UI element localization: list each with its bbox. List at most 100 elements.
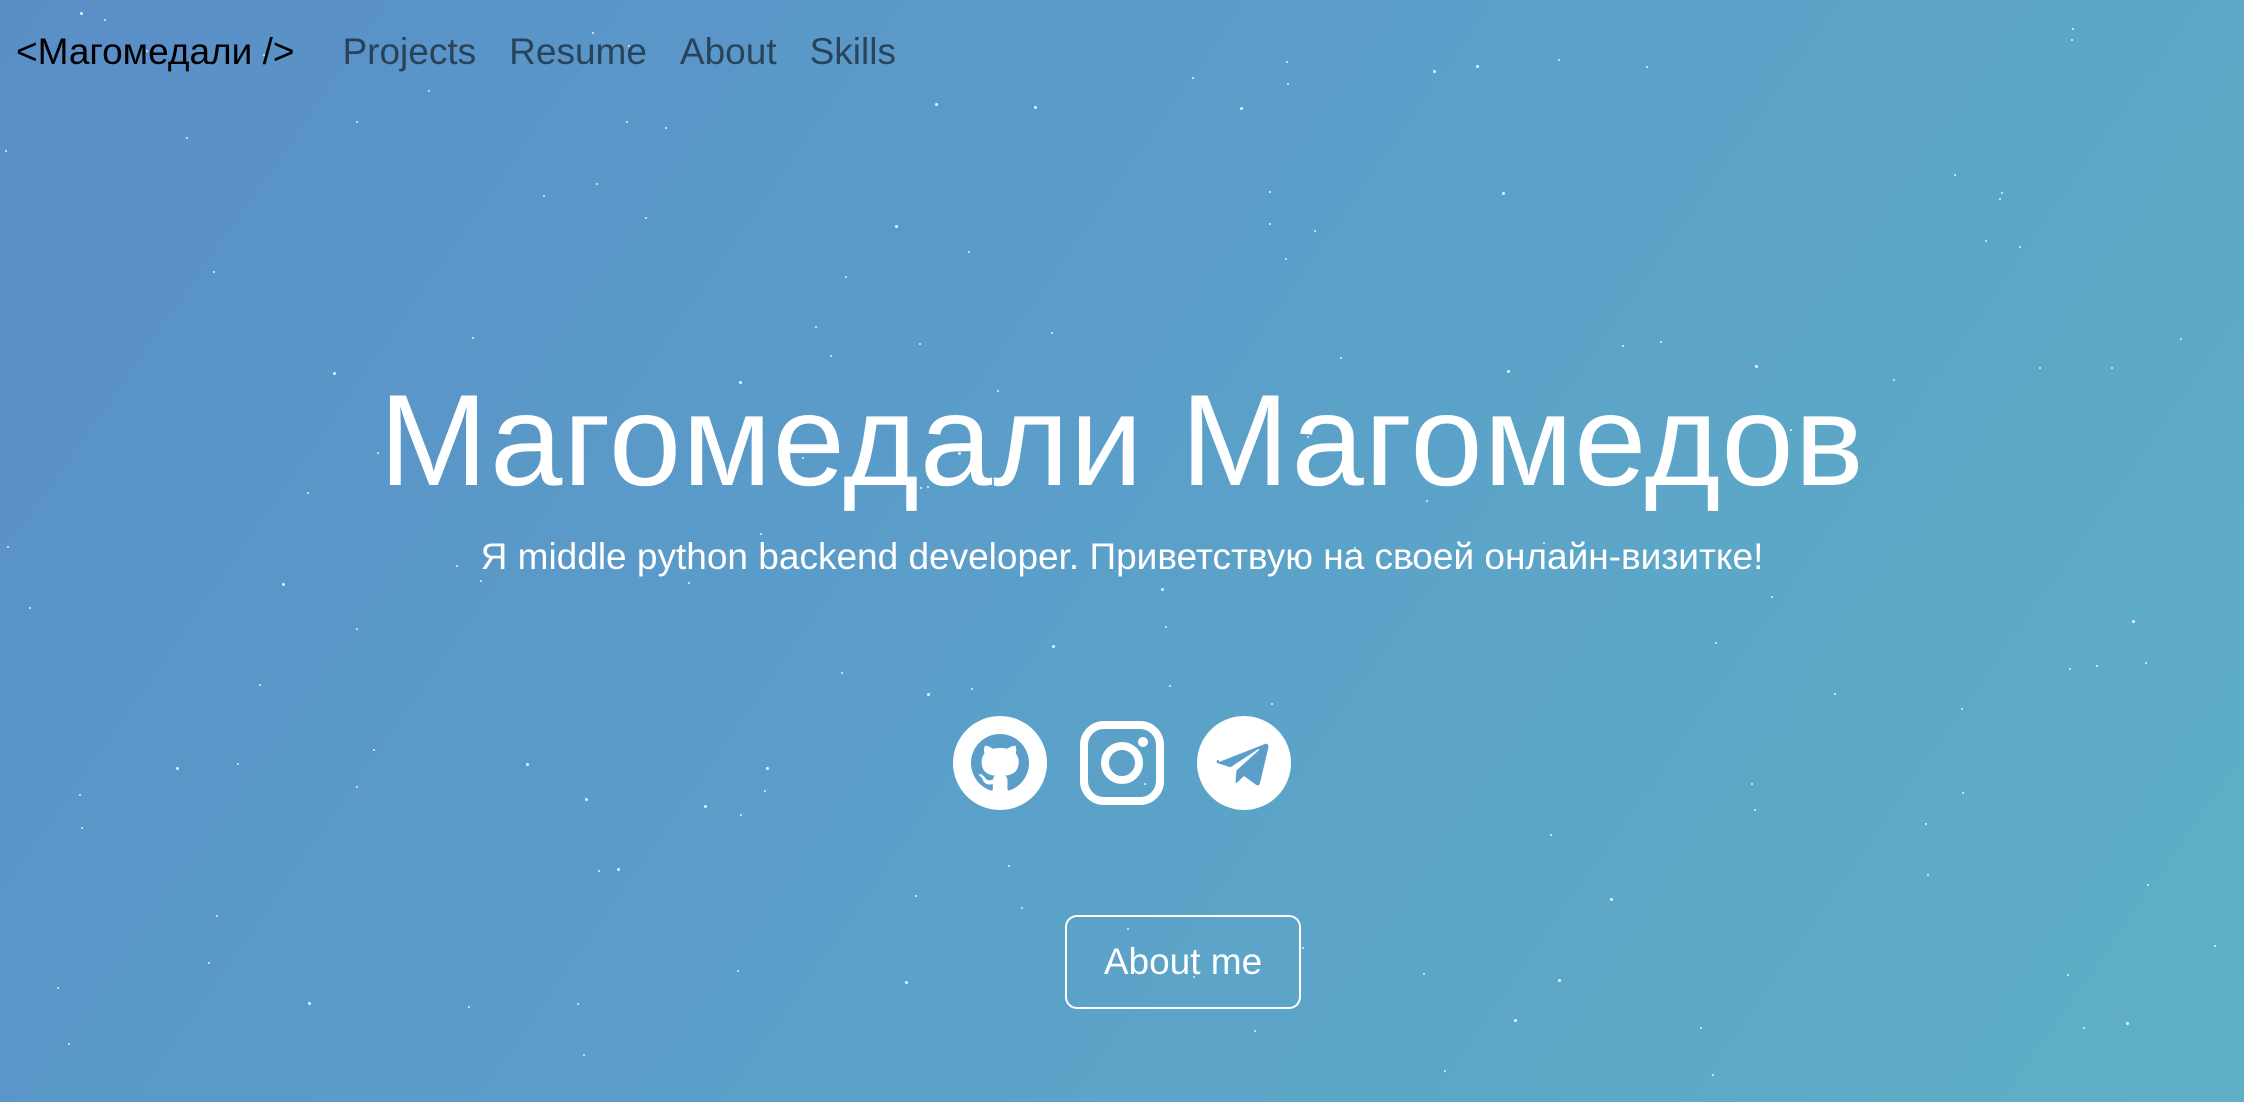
star-dot: [1927, 874, 1929, 876]
star-dot: [356, 628, 358, 630]
github-icon: [953, 716, 1047, 810]
telegram-link[interactable]: [1197, 716, 1291, 810]
star-dot: [1502, 192, 1505, 195]
star-dot: [1444, 1070, 1446, 1072]
star-dot: [1285, 258, 1287, 260]
star-dot: [598, 870, 600, 872]
top-navbar: <Магомедали /> Projects Resume About Ski…: [16, 22, 929, 82]
star-dot: [80, 12, 83, 15]
star-dot: [1034, 106, 1037, 109]
star-dot: [971, 688, 973, 690]
star-dot: [737, 970, 739, 972]
star-dot: [830, 355, 832, 357]
nav-link-about[interactable]: About: [680, 31, 777, 73]
star-dot: [815, 326, 817, 328]
star-dot: [213, 271, 215, 273]
star-dot: [1558, 979, 1561, 982]
star-dot: [645, 217, 647, 219]
star-dot: [919, 343, 921, 345]
star-dot: [1423, 973, 1425, 975]
star-dot: [1961, 708, 1963, 710]
star-dot: [688, 582, 690, 584]
instagram-icon: [1080, 721, 1164, 805]
star-dot: [282, 583, 285, 586]
brand-logo-link[interactable]: <Магомедали />: [16, 31, 294, 73]
nav-link-resume[interactable]: Resume: [509, 31, 647, 73]
about-me-button[interactable]: About me: [1065, 915, 1301, 1009]
star-dot: [216, 915, 218, 917]
hero-section: Магомедали Магомедов Я middle python bac…: [0, 360, 2244, 582]
star-dot: [1161, 588, 1164, 591]
hero-subtitle: Я middle python backend developer. Приве…: [480, 536, 1764, 577]
star-dot: [208, 962, 210, 964]
star-dot: [665, 127, 667, 129]
star-dot: [1302, 947, 1304, 949]
star-dot: [740, 814, 742, 816]
star-dot: [905, 981, 908, 984]
star-dot: [2096, 665, 2098, 667]
star-dot: [2145, 662, 2147, 664]
star-dot: [5, 150, 7, 152]
star-dot: [2071, 39, 2073, 41]
star-dot: [1712, 1074, 1714, 1076]
star-dot: [2147, 884, 2149, 886]
star-dot: [1192, 77, 1194, 79]
star-dot: [1999, 198, 2001, 200]
star-dot: [1314, 230, 1316, 232]
star-dot: [1700, 1027, 1702, 1029]
star-dot: [1558, 59, 1560, 61]
social-links: [0, 716, 2244, 810]
star-dot: [543, 195, 545, 197]
star-dot: [845, 276, 847, 278]
star-dot: [29, 607, 31, 609]
star-dot: [2126, 1022, 2129, 1025]
hero-title: Магомедали Магомедов: [379, 367, 1865, 513]
star-dot: [2214, 945, 2216, 947]
star-dot: [1646, 66, 1648, 68]
star-dot: [1476, 65, 1479, 68]
star-dot: [68, 1043, 70, 1045]
star-dot: [626, 121, 628, 123]
star-dot: [2180, 338, 2182, 340]
star-dot: [308, 1002, 311, 1005]
star-dot: [1051, 332, 1053, 334]
star-dot: [186, 137, 188, 139]
star-dot: [2132, 620, 2135, 623]
star-dot: [468, 1006, 470, 1008]
star-dot: [2069, 668, 2071, 670]
star-dot: [1433, 70, 1436, 73]
star-dot: [1660, 341, 1662, 343]
nav-link-projects[interactable]: Projects: [342, 31, 476, 73]
star-dot: [577, 1003, 579, 1005]
star-dot: [1771, 596, 1773, 598]
star-dot: [1550, 834, 1552, 836]
instagram-link[interactable]: [1075, 716, 1169, 810]
star-dot: [1925, 823, 1927, 825]
star-dot: [1622, 345, 1624, 347]
star-dot: [2083, 1027, 2085, 1029]
star-dot: [1169, 685, 1171, 687]
star-dot: [968, 251, 970, 253]
star-dot: [428, 90, 430, 92]
star-dot: [1240, 107, 1243, 110]
star-dot: [472, 337, 474, 339]
star-dot: [1286, 61, 1288, 63]
star-dot: [1165, 626, 1167, 628]
github-link[interactable]: [953, 716, 1047, 810]
star-dot: [2001, 192, 2003, 194]
star-dot: [1271, 703, 1273, 705]
star-dot: [259, 684, 261, 686]
star-dot: [1008, 865, 1010, 867]
star-dot: [2067, 974, 2069, 976]
star-dot: [1340, 357, 1342, 359]
star-dot: [1269, 223, 1271, 225]
star-dot: [1610, 898, 1613, 901]
star-dot: [1021, 907, 1023, 909]
star-dot: [81, 827, 83, 829]
nav-link-skills[interactable]: Skills: [810, 31, 896, 73]
star-dot: [1954, 174, 1956, 176]
star-dot: [841, 672, 843, 674]
star-dot: [583, 1054, 585, 1056]
star-dot: [1715, 642, 1717, 644]
star-dot: [57, 987, 59, 989]
